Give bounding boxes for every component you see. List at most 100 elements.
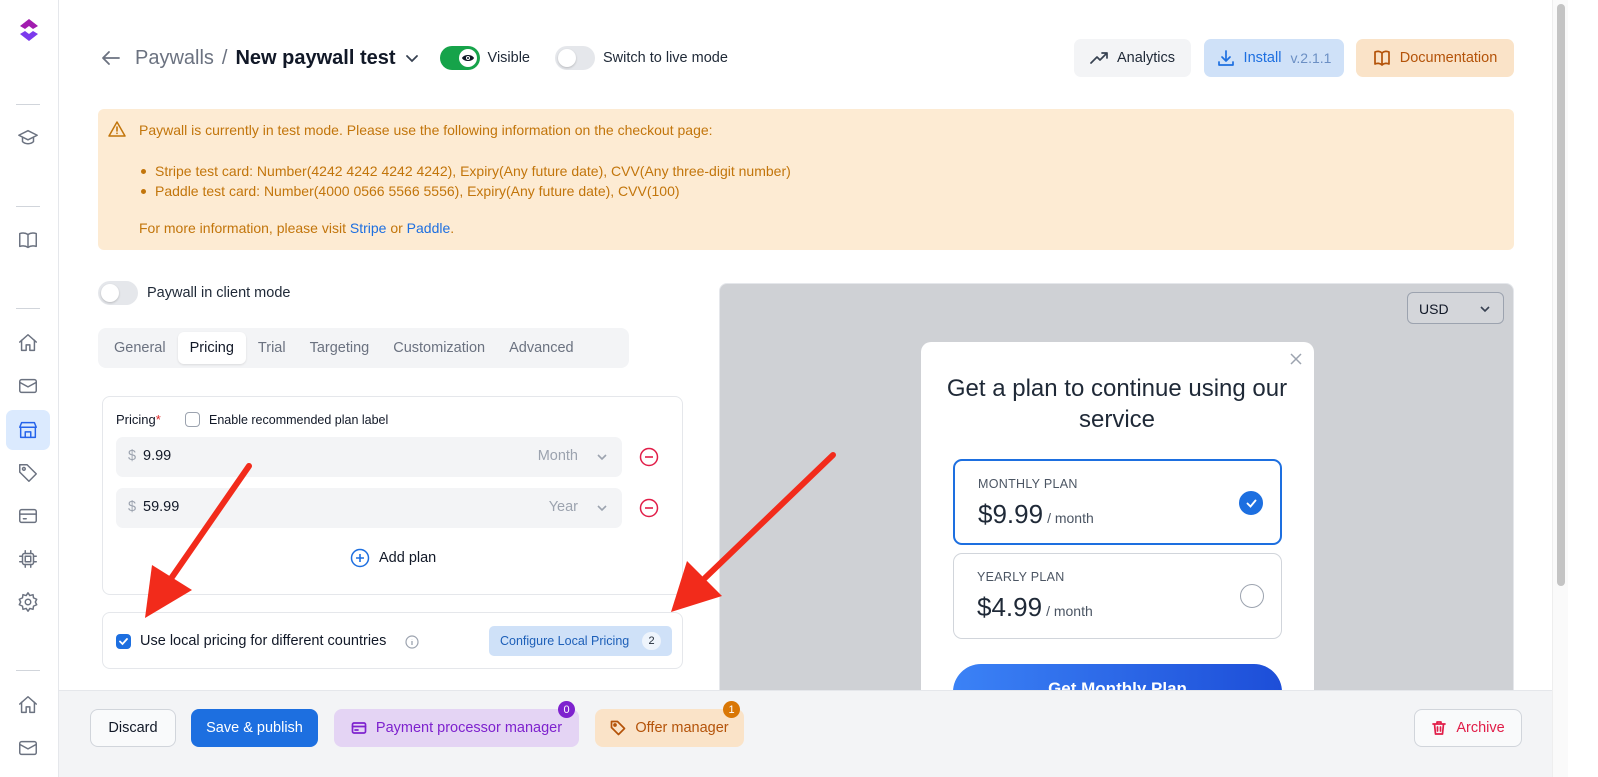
plan-period: / month (1047, 510, 1094, 526)
offer-manager-button[interactable]: Offer manager 1 (595, 701, 744, 747)
period-select[interactable]: Year (549, 499, 578, 515)
paddle-link[interactable]: Paddle (407, 220, 451, 236)
logo-icon[interactable] (16, 17, 42, 43)
footer-bar: Discard Save & publish Payment processor… (59, 690, 1552, 777)
discard-button[interactable]: Discard (90, 709, 176, 747)
sidebar-item-home[interactable] (13, 328, 43, 358)
minus-circle-icon[interactable] (639, 447, 659, 467)
recommended-checkbox[interactable] (185, 412, 200, 427)
sidebar-item-docs[interactable] (13, 225, 43, 255)
paywall-title: Get a plan to continue using our service (946, 375, 1288, 433)
page-title: New paywall test (235, 46, 396, 69)
pricing-card: Pricing* Enable recommended plan label $… (102, 396, 683, 595)
currency-select[interactable]: USD (1407, 292, 1504, 324)
analytics-button[interactable]: Analytics (1074, 39, 1191, 77)
price-row[interactable]: $ 9.99 Month (116, 437, 622, 477)
home-icon (19, 696, 37, 714)
chevron-down-icon (1480, 306, 1490, 313)
sidebar-item-offers[interactable] (13, 458, 43, 488)
offer-manager-label: Offer manager (635, 720, 729, 736)
configure-local-pricing-label: Configure Local Pricing (500, 634, 630, 648)
tab-pricing[interactable]: Pricing (177, 332, 246, 364)
recommended-label-row: Enable recommended plan label (185, 412, 388, 427)
local-pricing-card: Use local pricing for different countrie… (102, 612, 683, 669)
recommended-label: Enable recommended plan label (209, 412, 389, 427)
visible-toggle[interactable] (439, 46, 480, 70)
pricing-label-text: Pricing (116, 412, 156, 427)
save-publish-button[interactable]: Save & publish (191, 709, 318, 747)
tab-trial[interactable]: Trial (246, 332, 298, 364)
sidebar-item-academy[interactable] (13, 123, 43, 153)
sidebar-item-integrations[interactable] (13, 544, 43, 574)
sidebar-item-paywalls[interactable] (6, 410, 50, 450)
add-plan-button[interactable]: Add plan (350, 548, 436, 568)
period-select[interactable]: Month (538, 448, 578, 464)
tab-advanced[interactable]: Advanced (497, 332, 586, 364)
currency-select-value: USD (1419, 301, 1449, 317)
plan-option-monthly[interactable]: MONTHLY PLAN $9.99/ month (953, 459, 1282, 545)
info-icon[interactable] (405, 635, 419, 649)
sidebar-item-home-2[interactable] (13, 690, 43, 720)
plan-price-value: $9.99 (978, 499, 1044, 529)
install-button[interactable]: Install v.2.1.1 (1204, 39, 1344, 77)
page-scrollbar[interactable] (1552, 0, 1568, 777)
alert-list: Stripe test card: Number(4242 4242 4242 … (139, 161, 791, 201)
test-mode-alert: Paywall is currently in test mode. Pleas… (98, 109, 1514, 250)
plan-name: MONTHLY PLAN (978, 477, 1078, 491)
archive-label: Archive (1456, 720, 1505, 736)
stripe-link[interactable]: Stripe (350, 220, 387, 236)
plan-option-yearly[interactable]: YEARLY PLAN $4.99/ month (953, 553, 1282, 639)
alert-more-info: For more information, please visit Strip… (139, 220, 454, 236)
price-input[interactable]: 59.99 (143, 499, 179, 515)
tab-customization[interactable]: Customization (381, 332, 497, 364)
price-row[interactable]: $ 59.99 Year (116, 488, 622, 528)
minus-circle-icon[interactable] (639, 498, 659, 518)
plan-period: / month (1046, 603, 1093, 619)
alert-item-paddle: Paddle test card: Number(4000 0566 5566 … (139, 181, 791, 201)
eye-icon (461, 55, 474, 61)
gear-icon (18, 592, 38, 612)
page-header: Paywalls / New paywall test Visible Swit… (100, 38, 728, 78)
trend-up-icon (1090, 52, 1108, 64)
analytics-label: Analytics (1116, 50, 1176, 66)
sidebar-item-mail[interactable] (13, 371, 43, 401)
documentation-button[interactable]: Documentation (1356, 39, 1514, 77)
scrollbar-thumb[interactable] (1557, 4, 1565, 586)
payment-processor-manager-button[interactable]: Payment processor manager 0 (334, 701, 579, 747)
sidebar-item-billing[interactable] (13, 501, 43, 531)
settings-tabs: General Pricing Trial Targeting Customiz… (98, 328, 629, 368)
book-icon (19, 232, 37, 249)
close-icon[interactable] (1289, 352, 1303, 366)
tab-general[interactable]: General (102, 332, 178, 364)
tab-targeting[interactable]: Targeting (298, 332, 382, 364)
mail-icon (19, 378, 37, 394)
live-mode-label: Switch to live mode (603, 50, 728, 66)
plan-radio-selected[interactable] (1239, 491, 1263, 515)
store-icon (19, 421, 37, 439)
client-mode-toggle[interactable] (98, 281, 138, 305)
book-icon (1373, 50, 1390, 66)
plan-price: $4.99/ month (977, 592, 1093, 623)
install-version: v.2.1.1 (1290, 50, 1332, 66)
warning-icon (108, 121, 126, 137)
archive-button[interactable]: Archive (1414, 709, 1522, 747)
credit-card-icon (351, 722, 367, 734)
graduation-cap-icon (18, 129, 38, 145)
sidebar (0, 0, 59, 777)
local-pricing-checkbox[interactable] (116, 634, 131, 649)
price-input[interactable]: 9.99 (143, 448, 171, 464)
local-pricing-label: Use local pricing for different countrie… (140, 633, 387, 649)
paywall-preview: USD Get a plan to continue using our ser… (719, 283, 1514, 703)
arrow-left-icon[interactable] (100, 47, 122, 69)
sidebar-item-settings[interactable] (13, 587, 43, 617)
chevron-down-icon[interactable] (404, 50, 420, 66)
tag-icon (611, 720, 626, 736)
configure-local-pricing-button[interactable]: Configure Local Pricing 2 (489, 626, 672, 656)
alert-item-stripe: Stripe test card: Number(4242 4242 4242 … (139, 161, 791, 181)
plan-radio[interactable] (1240, 584, 1264, 608)
plan-name: YEARLY PLAN (977, 570, 1065, 584)
visible-label: Visible (487, 50, 530, 66)
sidebar-item-mail-2[interactable] (13, 733, 43, 763)
live-mode-toggle[interactable] (555, 46, 595, 70)
breadcrumb-paywalls[interactable]: Paywalls (135, 47, 214, 70)
